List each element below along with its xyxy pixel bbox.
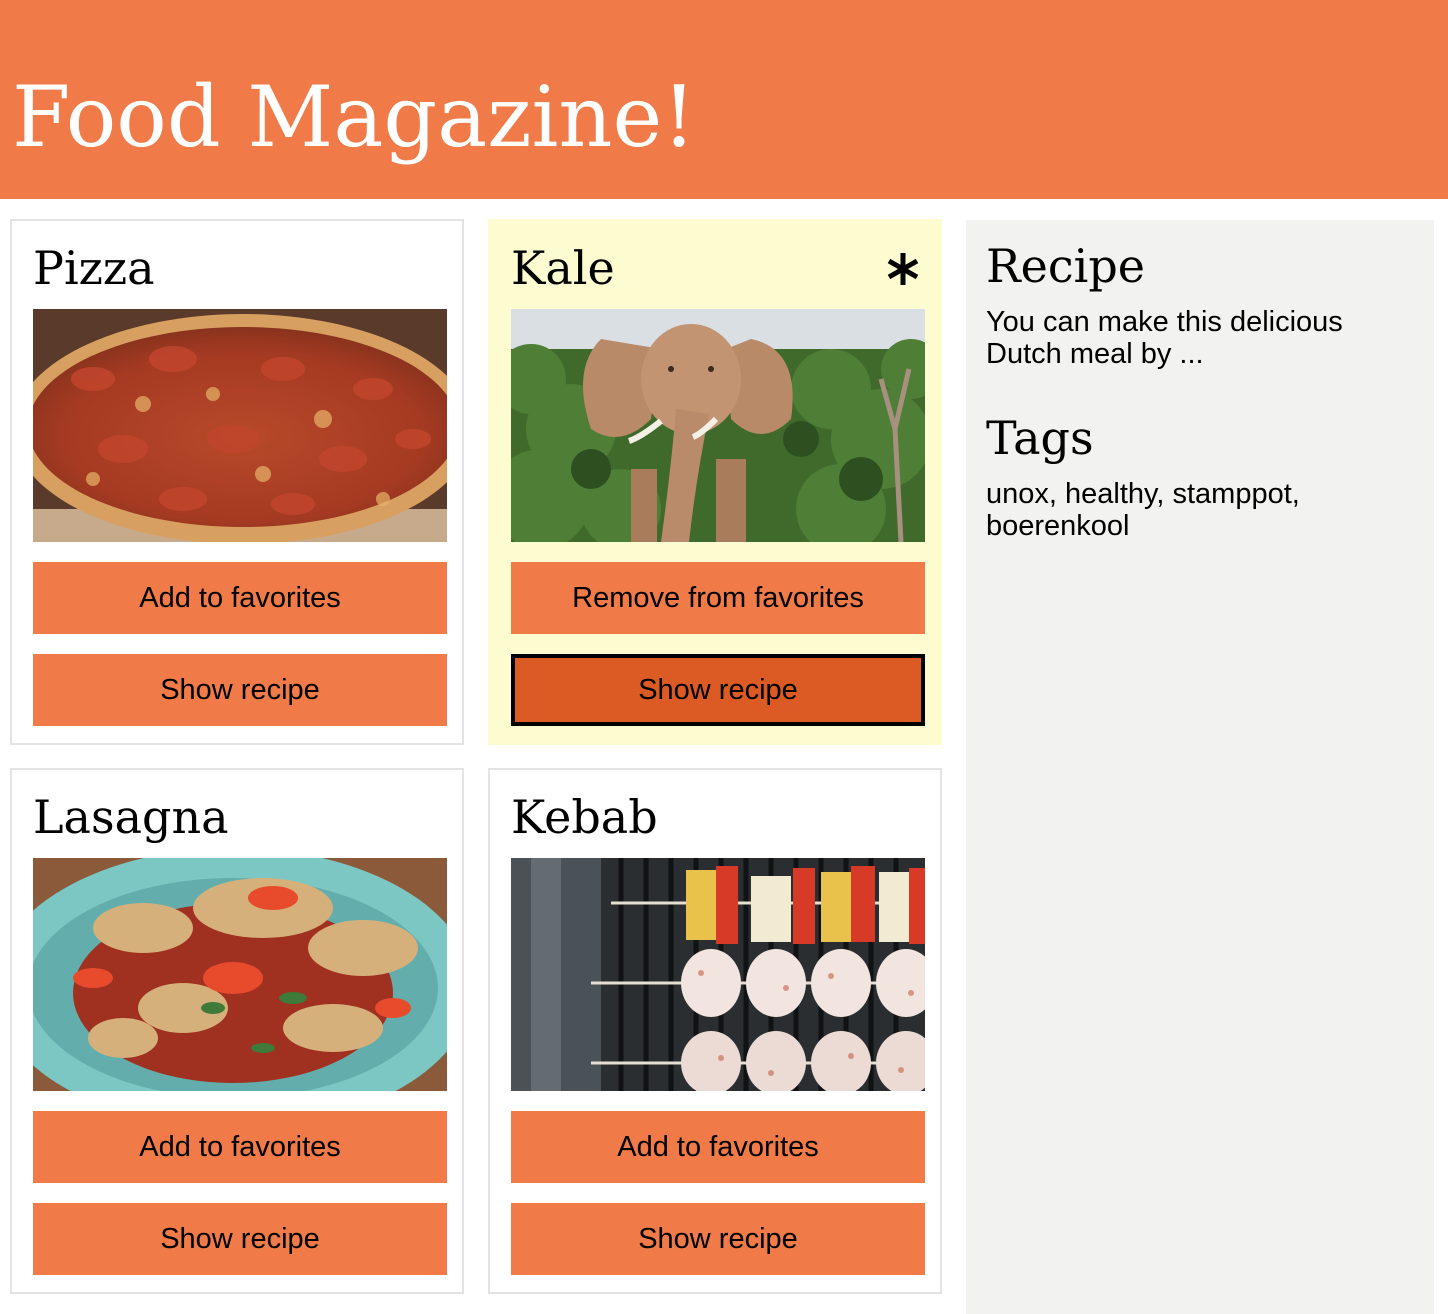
recipe-card-kebab: Kebab Add to favorites Show recipe [488, 768, 942, 1294]
tags-heading: Tags [986, 411, 1094, 465]
recipe-card-lasagna: Lasagna Add to favorites Show recipe [10, 768, 464, 1294]
add-to-favorites-button[interactable]: Add to favorites [511, 1111, 925, 1183]
recipe-text: You can make this delicious Dutch meal b… [986, 306, 1343, 370]
add-to-favorites-button[interactable]: Add to favorites [33, 1111, 447, 1183]
show-recipe-button[interactable]: Show recipe [33, 1203, 447, 1275]
elephant-image [511, 309, 925, 542]
card-title: Kale [511, 241, 615, 295]
pizza-image [33, 309, 447, 542]
recipe-card-pizza: Pizza Add to favorites Show recipe [10, 219, 464, 745]
lasagna-image [33, 858, 447, 1091]
card-title: Kebab [511, 790, 658, 844]
recipe-card-kale: Kale Remove from favorites Show recipe [488, 219, 942, 745]
tags-text: unox, healthy, stamppot, boerenkool [986, 478, 1300, 542]
kebab-image [511, 858, 925, 1091]
recipe-heading: Recipe [986, 239, 1146, 293]
add-to-favorites-button[interactable]: Add to favorites [33, 562, 447, 634]
remove-from-favorites-button[interactable]: Remove from favorites [511, 562, 925, 634]
site-title: Food Magazine! [12, 68, 696, 166]
card-title: Pizza [33, 241, 155, 295]
show-recipe-button[interactable]: Show recipe [511, 654, 925, 726]
recipe-sidebar: Recipe You can make this delicious Dutch… [966, 220, 1434, 1314]
card-title: Lasagna [33, 790, 229, 844]
show-recipe-button[interactable]: Show recipe [33, 654, 447, 726]
show-recipe-button[interactable]: Show recipe [511, 1203, 925, 1275]
site-header: Food Magazine! [0, 0, 1448, 199]
favorite-star-icon [887, 253, 919, 285]
